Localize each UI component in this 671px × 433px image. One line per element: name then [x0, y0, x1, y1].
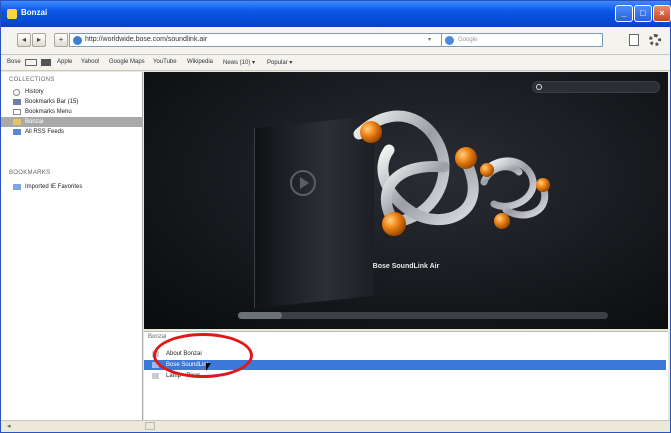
red-highlight-circle: [153, 333, 253, 378]
minimize-button[interactable]: _: [615, 5, 633, 22]
bookmark-youtube[interactable]: YouTube: [153, 59, 177, 65]
bookmark-wikipedia[interactable]: Wikipedia: [187, 59, 213, 65]
menu-icon: [13, 109, 21, 115]
product-title: Bose SoundLink Air: [372, 263, 440, 270]
resize-handle[interactable]: [145, 422, 155, 430]
address-bar[interactable]: http://worldwide.bose.com/soundlink.air: [69, 33, 461, 47]
app-icon: [7, 9, 17, 19]
forward-button[interactable]: ▸: [32, 33, 46, 47]
bookmark-bose[interactable]: Bose: [7, 59, 21, 65]
clock-icon: [13, 89, 20, 96]
sidebar-item-rss-feeds[interactable]: All RSS Feeds: [1, 127, 142, 137]
open-book-icon[interactable]: [25, 59, 37, 66]
orange-orb: [536, 178, 550, 192]
bookmarks-header: BOOKMARKS: [9, 170, 51, 176]
sidebar: COLLECTIONS History Bookmarks Bar (15) B…: [1, 72, 143, 420]
address-dropdown-button[interactable]: ▾: [428, 33, 438, 47]
toolbar-icon: [13, 99, 21, 105]
search-input[interactable]: Google: [441, 33, 603, 47]
address-text: http://worldwide.bose.com/soundlink.air: [85, 36, 208, 43]
bookmark-apple[interactable]: Apple: [57, 59, 72, 65]
folder-icon: [13, 184, 21, 190]
sidebar-item-imported-ie-favorites[interactable]: Imported IE Favorites: [1, 182, 142, 192]
search-placeholder: Google: [458, 37, 478, 43]
panel-header: Bonzai: [148, 334, 167, 340]
page-menu-icon[interactable]: [629, 34, 639, 46]
bookmark-popular[interactable]: Popular ▾: [267, 59, 292, 66]
orange-orb: [382, 212, 406, 236]
page-icon: [152, 373, 159, 379]
sidebar-item-bookmarks-bar[interactable]: Bookmarks Bar (15): [1, 97, 142, 107]
status-left-arrow[interactable]: ◂: [7, 422, 11, 430]
orange-orb: [455, 147, 477, 169]
rss-icon: [13, 129, 21, 135]
bookmark-google-maps[interactable]: Google Maps: [109, 59, 145, 65]
window-title: Bonzai: [21, 8, 48, 17]
bookmarks-bar: Bose Apple Yahoo! Google Maps YouTube Wi…: [1, 55, 670, 71]
collections-header: COLLECTIONS: [9, 77, 55, 83]
sidebar-item-bookmarks-menu[interactable]: Bookmarks Menu: [1, 107, 142, 117]
add-tab-button[interactable]: +: [54, 33, 68, 47]
bookmark-yahoo[interactable]: Yahoo!: [81, 59, 100, 65]
sidebar-item-bonzai[interactable]: Bonzai: [1, 117, 142, 127]
status-bar: ◂: [1, 420, 670, 432]
grid-icon[interactable]: [41, 59, 51, 66]
orange-orb: [480, 163, 494, 177]
playback-progress-fill: [238, 312, 283, 319]
back-button[interactable]: ◂: [17, 33, 31, 47]
globe-icon: [73, 36, 82, 45]
playback-progress-bar[interactable]: [238, 312, 608, 319]
navigation-toolbar: ◂ ▸ + http://worldwide.bose.com/soundlin…: [1, 27, 670, 55]
gear-icon[interactable]: [649, 34, 661, 46]
maximize-button[interactable]: □: [634, 5, 652, 22]
web-content[interactable]: Bose SoundLink Air: [144, 72, 668, 329]
sidebar-item-history[interactable]: History: [1, 87, 142, 97]
folder-icon: [13, 119, 21, 125]
bookmark-news[interactable]: News (10) ▾: [223, 59, 255, 66]
orange-orb: [360, 121, 382, 143]
browser-window: Bonzai _ □ × ◂ ▸ + http://worldwide.bose…: [0, 0, 671, 433]
close-button[interactable]: ×: [653, 5, 671, 22]
mouse-cursor-icon: [206, 363, 211, 371]
orange-orb: [494, 213, 510, 229]
title-bar: Bonzai _ □ ×: [1, 1, 671, 27]
search-engine-icon: [445, 36, 454, 45]
bose-logo-graphic: [353, 110, 550, 236]
